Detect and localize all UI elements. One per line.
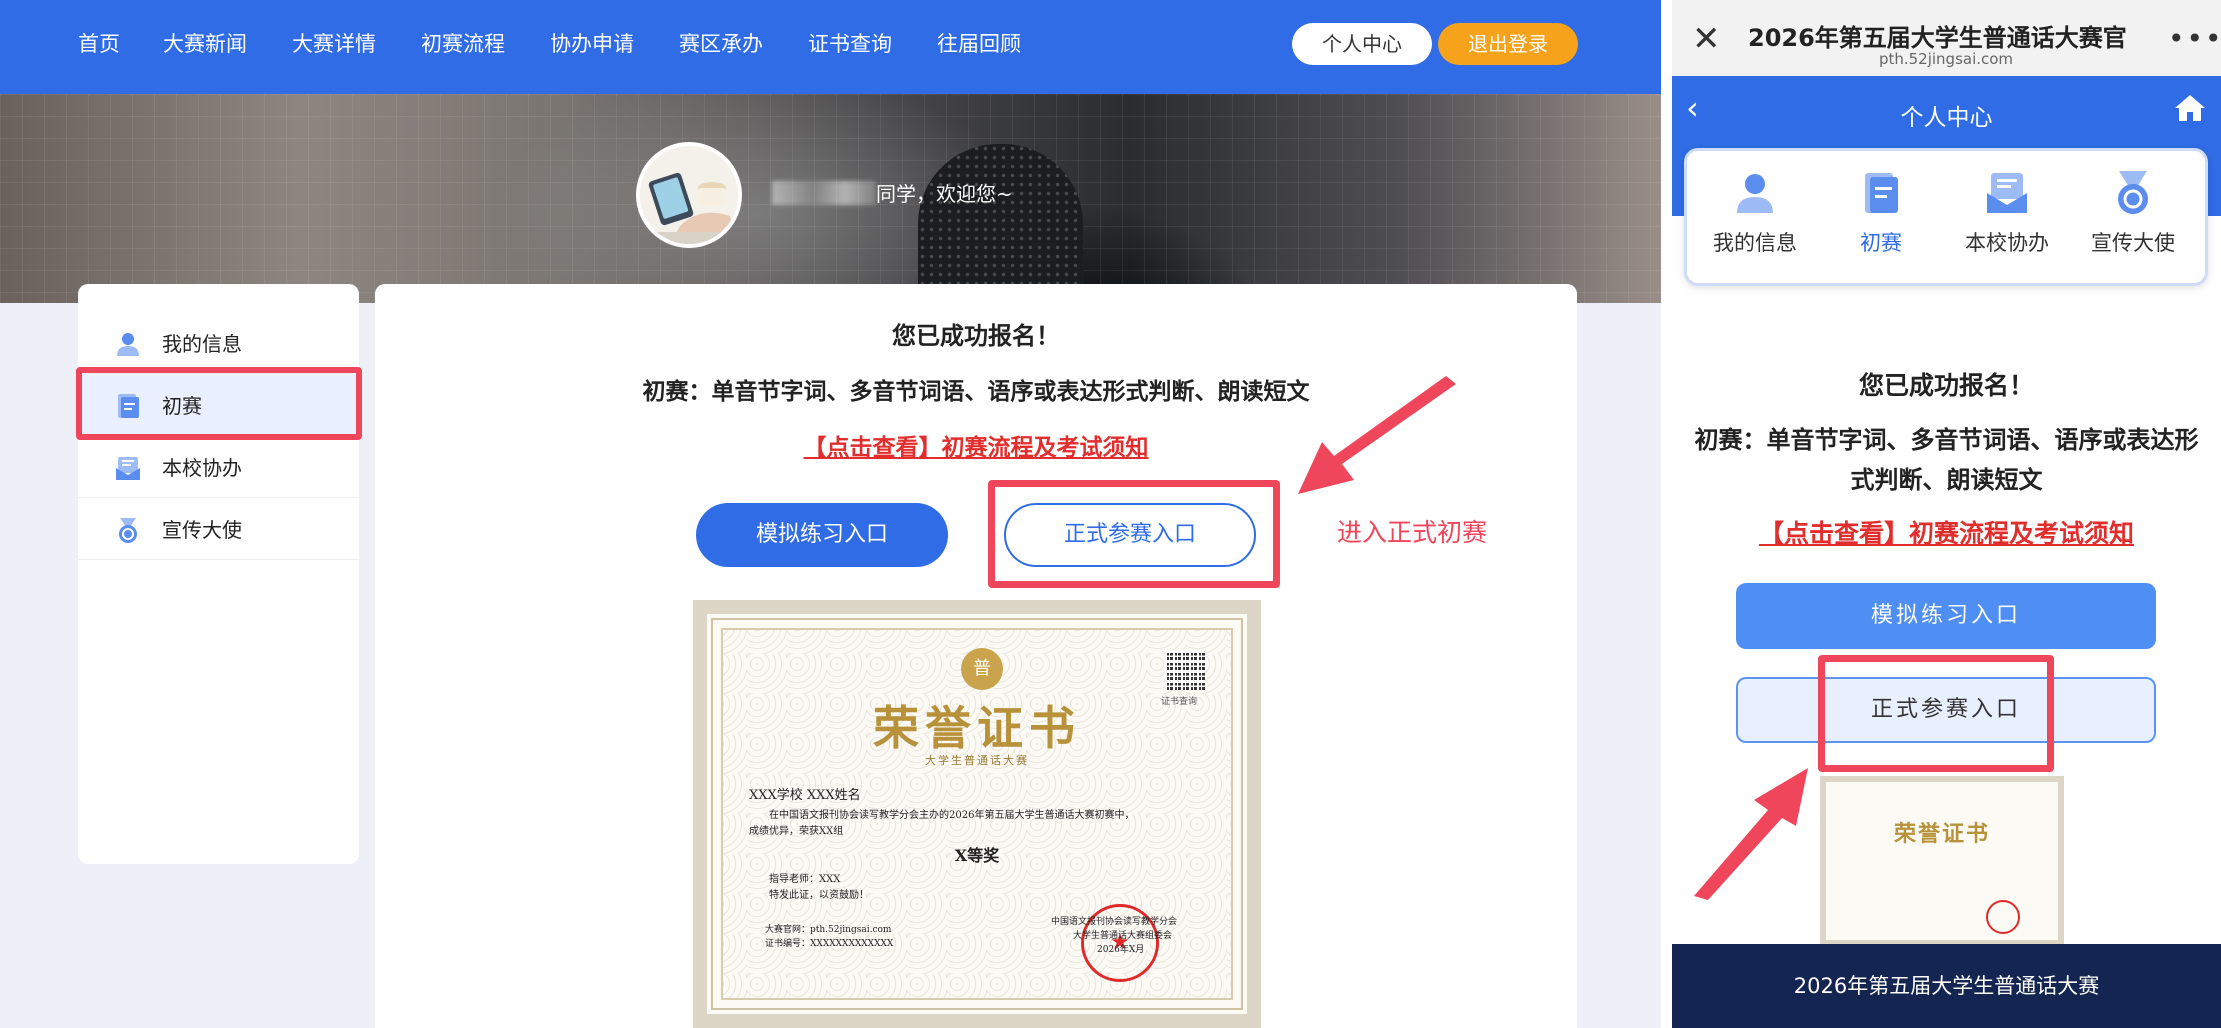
logout-button[interactable]: 退出登录 [1438, 23, 1578, 65]
certificate-organizer: 中国语文报刊协会读写教学分会 [1051, 917, 1178, 927]
nav-prelim-process[interactable]: 初赛流程 [421, 30, 505, 58]
home-icon[interactable] [2174, 94, 2206, 122]
mobile-formal-highlight-box [1818, 655, 2054, 772]
certificate-badge: 普 [961, 648, 1003, 690]
document-icon [1865, 173, 1898, 213]
certificate-body-line2: 成绩优异，荣获XX组 [749, 826, 844, 837]
mock-practice-button[interactable]: 模拟练习入口 [696, 503, 948, 567]
mobile-certificate-sample: 荣誉证书 [1820, 776, 2064, 946]
nav-details[interactable]: 大赛详情 [292, 30, 376, 58]
more-icon[interactable]: ••• [2168, 22, 2221, 55]
top-navigation: 首页 大赛新闻 大赛详情 初赛流程 协办申请 赛区承办 证书查询 往届回顾 个人… [0, 0, 1661, 94]
greeting-text: 同学，欢迎您~ [876, 182, 1013, 206]
tab-prelim[interactable]: 初赛 [1821, 169, 1941, 257]
browser-page-title: 2026年第五届大学生普通话大赛官 [1748, 24, 2127, 52]
mobile-mock-practice-button[interactable]: 模拟练习入口 [1736, 583, 2156, 649]
medal-icon [119, 518, 137, 543]
avatar[interactable] [636, 142, 742, 248]
mail-icon [116, 457, 140, 480]
sidebar-item-school-cohost[interactable]: 本校协办 [78, 436, 359, 498]
mobile-tab-card: 我的信息 初赛 本校协办 宣传大使 [1684, 148, 2208, 286]
annotation-arrow [1298, 376, 1456, 494]
certificate-recipient: XXX学校 XXX姓名 [749, 788, 861, 803]
mobile-prelim-info-link[interactable]: 【点击查看】初赛流程及考试须知 [1672, 514, 2221, 550]
desktop-page: 首页 大赛新闻 大赛详情 初赛流程 协办申请 赛区承办 证书查询 往届回顾 个人… [0, 0, 1661, 1028]
browser-url: pth.52jingsai.com [1878, 50, 2014, 68]
nav-certificate-query[interactable]: 证书查询 [808, 30, 892, 58]
welcome-greeting: 同学，欢迎您~ [772, 180, 1013, 208]
sidebar-highlight-box [76, 367, 362, 440]
sidebar-item-label: 本校协办 [162, 456, 242, 480]
annotation-text: 进入正式初赛 [1337, 518, 1488, 547]
mobile-header-title: 个人中心 [1900, 105, 1993, 131]
certificate-sample: 普 证书查询 荣誉证书 大学生普通话大赛 XXX学校 XXX姓名 在中国语文报刊… [693, 600, 1261, 1028]
sidebar-item-my-info[interactable]: 我的信息 [78, 312, 359, 374]
qr-code [1165, 650, 1205, 690]
certificate-committee: 大学生普通话大赛组委会 [1073, 931, 1173, 941]
certificate-encourage: 特发此证，以资鼓励！ [769, 890, 869, 901]
user-icon [1737, 174, 1773, 213]
nav-co-host[interactable]: 协办申请 [550, 30, 634, 58]
certificate-title: 荣誉证书 [873, 701, 1081, 755]
certificate-teacher: 指导老师：XXX [769, 874, 841, 885]
sidebar-item-label: 我的信息 [162, 332, 242, 356]
certificate-date: 2026年X月 [1097, 945, 1145, 955]
success-message: 您已成功报名！ [892, 322, 1060, 350]
tab-my-info[interactable]: 我的信息 [1695, 169, 1815, 257]
mobile-prelim-description: 初赛：单音节字词、多音节词语、语序或表达形式判断、朗读短文 [1694, 426, 2199, 494]
nav-home[interactable]: 首页 [78, 30, 120, 58]
blurred-name [772, 181, 876, 205]
certificate-number: 证书编号：XXXXXXXXXXXXX [765, 939, 894, 949]
close-icon[interactable]: ✕ [1692, 22, 1721, 56]
panel-divider [1661, 0, 1672, 1028]
sidebar-item-ambassador[interactable]: 宣传大使 [78, 498, 359, 560]
mobile-annotation-arrow [1694, 768, 1808, 900]
tab-label: 我的信息 [1713, 231, 1797, 255]
personal-center-button[interactable]: 个人中心 [1292, 23, 1432, 65]
mail-icon [1987, 173, 2027, 213]
sidebar-item-label: 宣传大使 [162, 518, 242, 542]
mobile-certificate-seal [1986, 900, 2020, 934]
avatar-image [640, 146, 738, 244]
nav-news[interactable]: 大赛新闻 [163, 30, 247, 58]
nav-division-host[interactable]: 赛区承办 [679, 30, 763, 58]
nav-past-review[interactable]: 往届回顾 [937, 30, 1021, 58]
formal-entry-highlight-box [988, 480, 1280, 588]
tab-label: 初赛 [1860, 231, 1902, 255]
certificate-website: 大赛官网：pth.52jingsai.com [765, 925, 892, 935]
medal-icon [2118, 171, 2148, 214]
mobile-certificate-title: 荣誉证书 [1893, 821, 1990, 847]
tab-ambassador[interactable]: 宣传大使 [2073, 169, 2193, 257]
mobile-page: ✕ 2026年第五届大学生普通话大赛官 pth.52jingsai.com ••… [1672, 0, 2221, 1028]
tab-school-cohost[interactable]: 本校协办 [1947, 169, 2067, 257]
certificate-award: X等奖 [954, 846, 1000, 865]
mobile-footer: 2026年第五届大学生普通话大赛 [1672, 944, 2221, 1028]
certificate-body-line1: 在中国语文报刊协会读写教学分会主办的2026年第五届大学生普通话大赛初赛中， [769, 810, 1135, 821]
tab-label: 宣传大使 [2091, 231, 2175, 255]
browser-titlebar: ✕ 2026年第五届大学生普通话大赛官 pth.52jingsai.com ••… [1672, 0, 2221, 76]
mobile-success-message: 您已成功报名！ [1858, 371, 2034, 400]
tab-label: 本校协办 [1965, 231, 2049, 255]
user-icon [117, 333, 139, 356]
certificate-subtitle: 大学生普通话大赛 [925, 754, 1029, 767]
